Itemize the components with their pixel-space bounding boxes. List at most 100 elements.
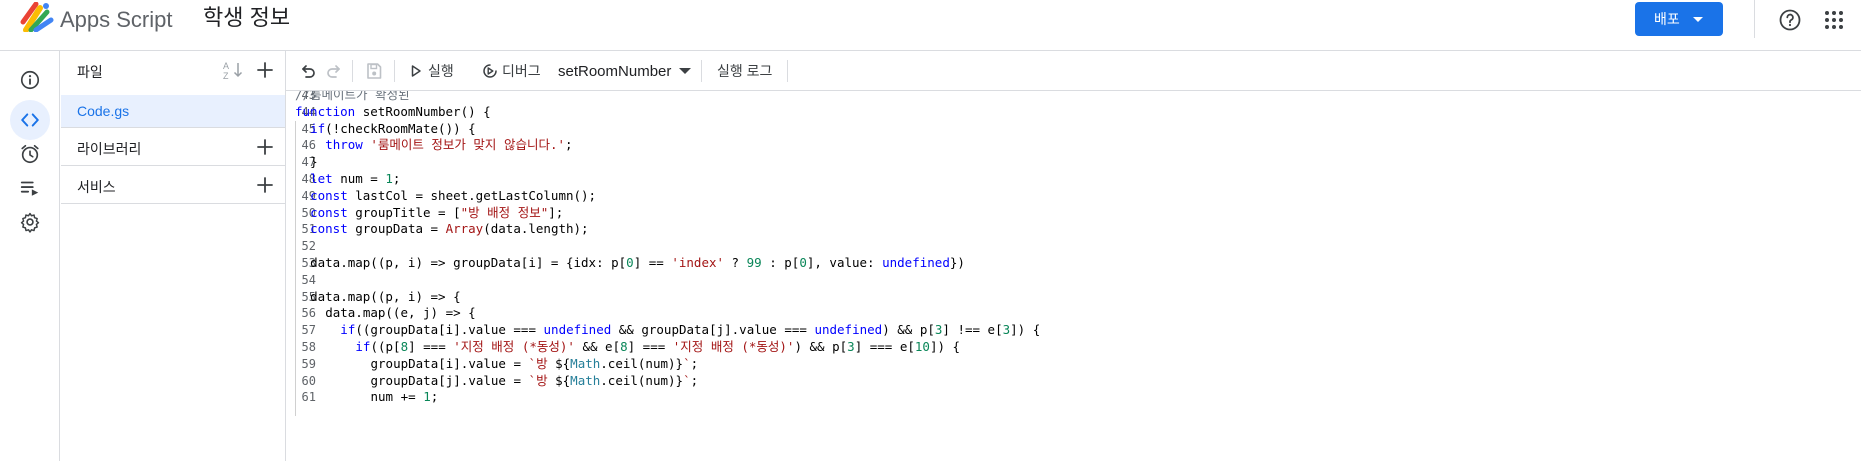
code-line[interactable]: 48 let num = 1; bbox=[286, 171, 1861, 188]
function-select[interactable]: setRoomNumber bbox=[558, 51, 692, 91]
help-icon[interactable] bbox=[1778, 8, 1802, 32]
code-token: undefined bbox=[543, 322, 612, 338]
line-number: 61 bbox=[301, 390, 316, 405]
code-token: data.map((e, j) => { bbox=[325, 305, 476, 321]
code-text: throw '룸메이트 정보가 맞지 않습니다.'; bbox=[325, 137, 572, 154]
code-token: 1 bbox=[385, 171, 393, 186]
info-icon bbox=[20, 70, 40, 90]
apps-script-logo-icon[interactable] bbox=[20, 2, 54, 32]
code-token: (!checkRoomMate()) { bbox=[325, 120, 476, 136]
debug-button[interactable]: 디버그 bbox=[482, 51, 541, 91]
save-icon[interactable] bbox=[364, 61, 384, 81]
code-token: ; bbox=[392, 171, 401, 186]
code-token: ((groupData[i].value === bbox=[355, 322, 544, 338]
code-token: const bbox=[310, 204, 348, 220]
code-line[interactable]: 43//룸메이트가 확정된 bbox=[286, 91, 1861, 104]
app-name[interactable]: Apps Script bbox=[60, 6, 173, 34]
code-text: groupData[j].value = `방 ${Math.ceil(num)… bbox=[371, 373, 699, 390]
code-token: ${ bbox=[555, 372, 571, 388]
code-token: //룸메이트가 확정된 bbox=[295, 91, 410, 102]
line-number: 60 bbox=[301, 373, 316, 388]
code-line[interactable]: 44 function setRoomNumber() { bbox=[286, 104, 1861, 121]
code-line[interactable]: 55 data.map((p, i) => { bbox=[286, 289, 1861, 306]
code-token: undefined bbox=[814, 322, 883, 338]
code-line[interactable]: 60 groupData[j].value = `방 ${Math.ceil(nu… bbox=[286, 373, 1861, 390]
code-token: let bbox=[310, 171, 333, 186]
code-line[interactable]: 56 data.map((e, j) => { bbox=[286, 305, 1861, 322]
code-text: groupData[i].value = `방 ${Math.ceil(num)… bbox=[371, 356, 699, 373]
code-token: Array bbox=[445, 221, 484, 237]
project-title[interactable]: 학생 정보 bbox=[203, 4, 290, 32]
code-token: undefined bbox=[882, 255, 950, 270]
gear-icon bbox=[20, 212, 40, 233]
code-line[interactable]: 52 bbox=[286, 238, 1861, 255]
code-token: ((p[ bbox=[370, 339, 401, 354]
add-file-icon[interactable] bbox=[255, 60, 275, 80]
add-service-icon[interactable] bbox=[255, 175, 275, 195]
line-number: 59 bbox=[301, 356, 316, 371]
code-token: (data.length); bbox=[483, 221, 589, 237]
debug-label: 디버그 bbox=[502, 63, 541, 79]
code-token: 8 bbox=[620, 339, 628, 354]
line-number: 57 bbox=[301, 323, 316, 338]
undo-icon[interactable] bbox=[298, 61, 318, 81]
sort-az-icon[interactable]: A Z bbox=[223, 60, 245, 80]
code-line[interactable]: 49 const lastCol = sheet.getLastColumn(); bbox=[286, 188, 1861, 205]
code-token: }) bbox=[949, 255, 965, 270]
execution-log-button[interactable]: 실행 로그 bbox=[717, 51, 772, 91]
code-text: num += 1; bbox=[371, 389, 439, 406]
code-token: 10 bbox=[914, 339, 930, 354]
rail-overview[interactable] bbox=[10, 60, 50, 100]
svg-text:A: A bbox=[223, 61, 229, 71]
code-token: Math bbox=[570, 355, 601, 371]
code-token: "방 배정 정보" bbox=[460, 204, 549, 220]
code-token: ] == bbox=[633, 255, 672, 270]
code-line[interactable]: 61 num += 1; bbox=[286, 389, 1861, 406]
code-token: const bbox=[310, 221, 348, 237]
code-line[interactable]: 51 const groupData = Array(data.length); bbox=[286, 221, 1861, 238]
code-token: groupTitle = [ bbox=[347, 204, 461, 220]
code-line[interactable]: 46 throw '룸메이트 정보가 맞지 않습니다.'; bbox=[286, 137, 1861, 154]
deploy-button[interactable]: 배포 bbox=[1635, 2, 1723, 36]
code-icon bbox=[21, 113, 39, 127]
code-token: ` bbox=[683, 372, 691, 388]
code-line[interactable]: 45 if(!checkRoomMate()) { bbox=[286, 121, 1861, 138]
code-token: ], value: bbox=[806, 255, 883, 270]
run-button[interactable]: 실행 bbox=[408, 51, 454, 91]
code-text: const groupTitle = ["방 배정 정보"]; bbox=[310, 205, 563, 222]
alarm-clock-icon bbox=[21, 144, 39, 164]
code-line[interactable]: 57 if((groupData[i].value === undefined &… bbox=[286, 322, 1861, 339]
code-line[interactable]: 47} bbox=[286, 154, 1861, 171]
add-library-icon[interactable] bbox=[255, 137, 275, 157]
code-line[interactable]: 54 bbox=[286, 272, 1861, 289]
code-line[interactable]: 53 data.map((p, i) => groupData[i] = {idx… bbox=[286, 255, 1861, 272]
redo-icon[interactable] bbox=[324, 61, 344, 81]
code-token: groupData[i].value = bbox=[370, 355, 529, 371]
indent-guide bbox=[295, 120, 296, 417]
code-token: ] !== e[ bbox=[942, 322, 1003, 338]
code-token: ) && p[ bbox=[794, 339, 848, 354]
code-token: 0 bbox=[799, 255, 807, 270]
app-header: Apps Script 학생 정보 배포 bbox=[0, 0, 1861, 51]
code-token: if bbox=[340, 322, 356, 338]
code-text: data.map((e, j) => { bbox=[325, 305, 476, 322]
google-apps-icon[interactable] bbox=[1824, 10, 1844, 30]
code-token: throw bbox=[325, 137, 363, 153]
code-text: function setRoomNumber() { bbox=[295, 104, 491, 121]
code-token: groupData[j].value = bbox=[370, 372, 529, 388]
code-editor[interactable]: 43//룸메이트가 확정된 44 function setRoomNumber() … bbox=[286, 91, 1861, 461]
code-token: ) && p[ bbox=[882, 322, 935, 338]
libraries-section: 라이브러리 bbox=[61, 128, 285, 166]
file-item-code-gs[interactable]: Code.gs bbox=[61, 95, 285, 127]
code-token: 1 bbox=[423, 389, 431, 405]
code-line[interactable]: 50 const groupTitle = ["방 배정 정보"]; bbox=[286, 205, 1861, 222]
code-text: const lastCol = sheet.getLastColumn(); bbox=[310, 188, 596, 205]
code-line[interactable]: 59 groupData[i].value = `방 ${Math.ceil(nu… bbox=[286, 356, 1861, 373]
code-line[interactable]: 58 if((p[8] === '지정 배정 (*동성)' && e[8] ===… bbox=[286, 339, 1861, 356]
code-token: if bbox=[355, 339, 371, 354]
code-token: ; bbox=[690, 372, 699, 388]
code-token: groupData = bbox=[347, 221, 446, 237]
rail-settings[interactable] bbox=[10, 202, 50, 242]
editor-toolbar: 실행 디버그 setRoomNumber 실행 로그 bbox=[286, 51, 1861, 91]
code-token: 8 bbox=[400, 339, 409, 354]
